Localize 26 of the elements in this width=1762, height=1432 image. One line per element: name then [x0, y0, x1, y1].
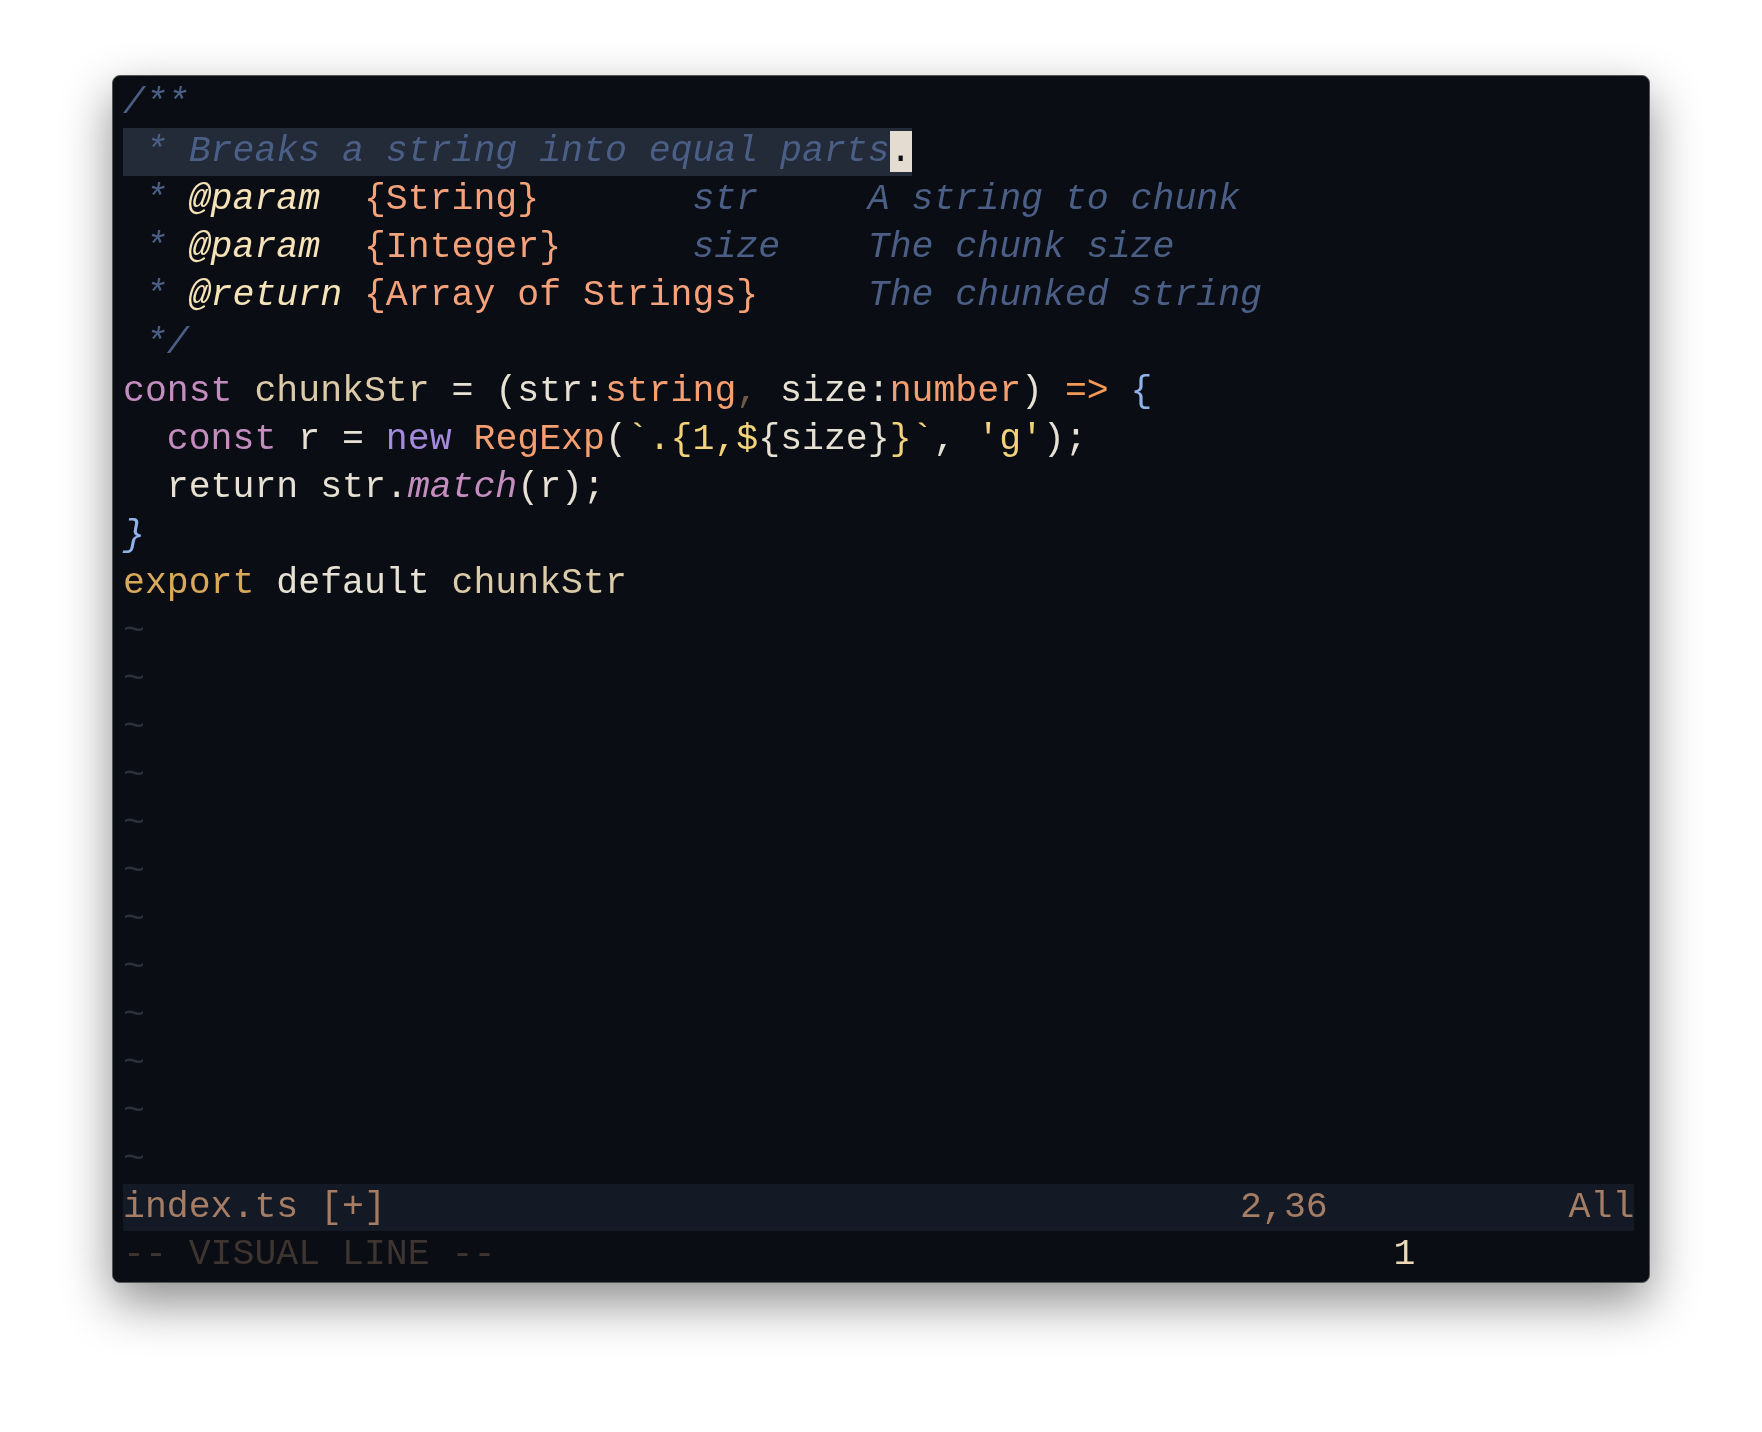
empty-line-marker: ~ [123, 994, 145, 1038]
cursor-position: 2,36 [1240, 1186, 1329, 1230]
empty-line-marker: ~ [123, 754, 145, 798]
empty-line-marker: ~ [123, 898, 145, 942]
code-line: const chunkStr = (str:string, size:number) => { [123, 370, 1153, 414]
empty-line-marker: ~ [123, 802, 145, 846]
file-name: index.ts [+] [123, 1186, 387, 1230]
code-line: * @param {String} str A string to chunk [143, 178, 1241, 222]
code-line: /** [123, 82, 189, 126]
empty-line-marker: ~ [123, 1138, 145, 1182]
empty-line-marker: ~ [123, 610, 145, 654]
code-line: * @param {Integer} size The chunk size [143, 226, 1175, 270]
code-line: const r = new RegExp(`.{1,${size}}`, 'g'); [165, 418, 1087, 462]
empty-line-marker: ~ [123, 1090, 145, 1134]
code-line: * @return {Array of Strings} The chunked string [143, 274, 1262, 318]
empty-line-marker: ~ [123, 850, 145, 894]
selection-count: 1 [1393, 1233, 1417, 1277]
empty-line-marker: ~ [123, 658, 145, 702]
code-line: */ [143, 322, 189, 366]
code-line: export default chunkStr [123, 562, 627, 606]
scroll-position: All [1568, 1186, 1635, 1230]
empty-line-marker: ~ [123, 946, 145, 990]
code-line: return str.match(r); [165, 466, 605, 510]
empty-line-marker: ~ [123, 706, 145, 750]
empty-line-marker: ~ [123, 1042, 145, 1086]
code-line: } [123, 514, 145, 558]
